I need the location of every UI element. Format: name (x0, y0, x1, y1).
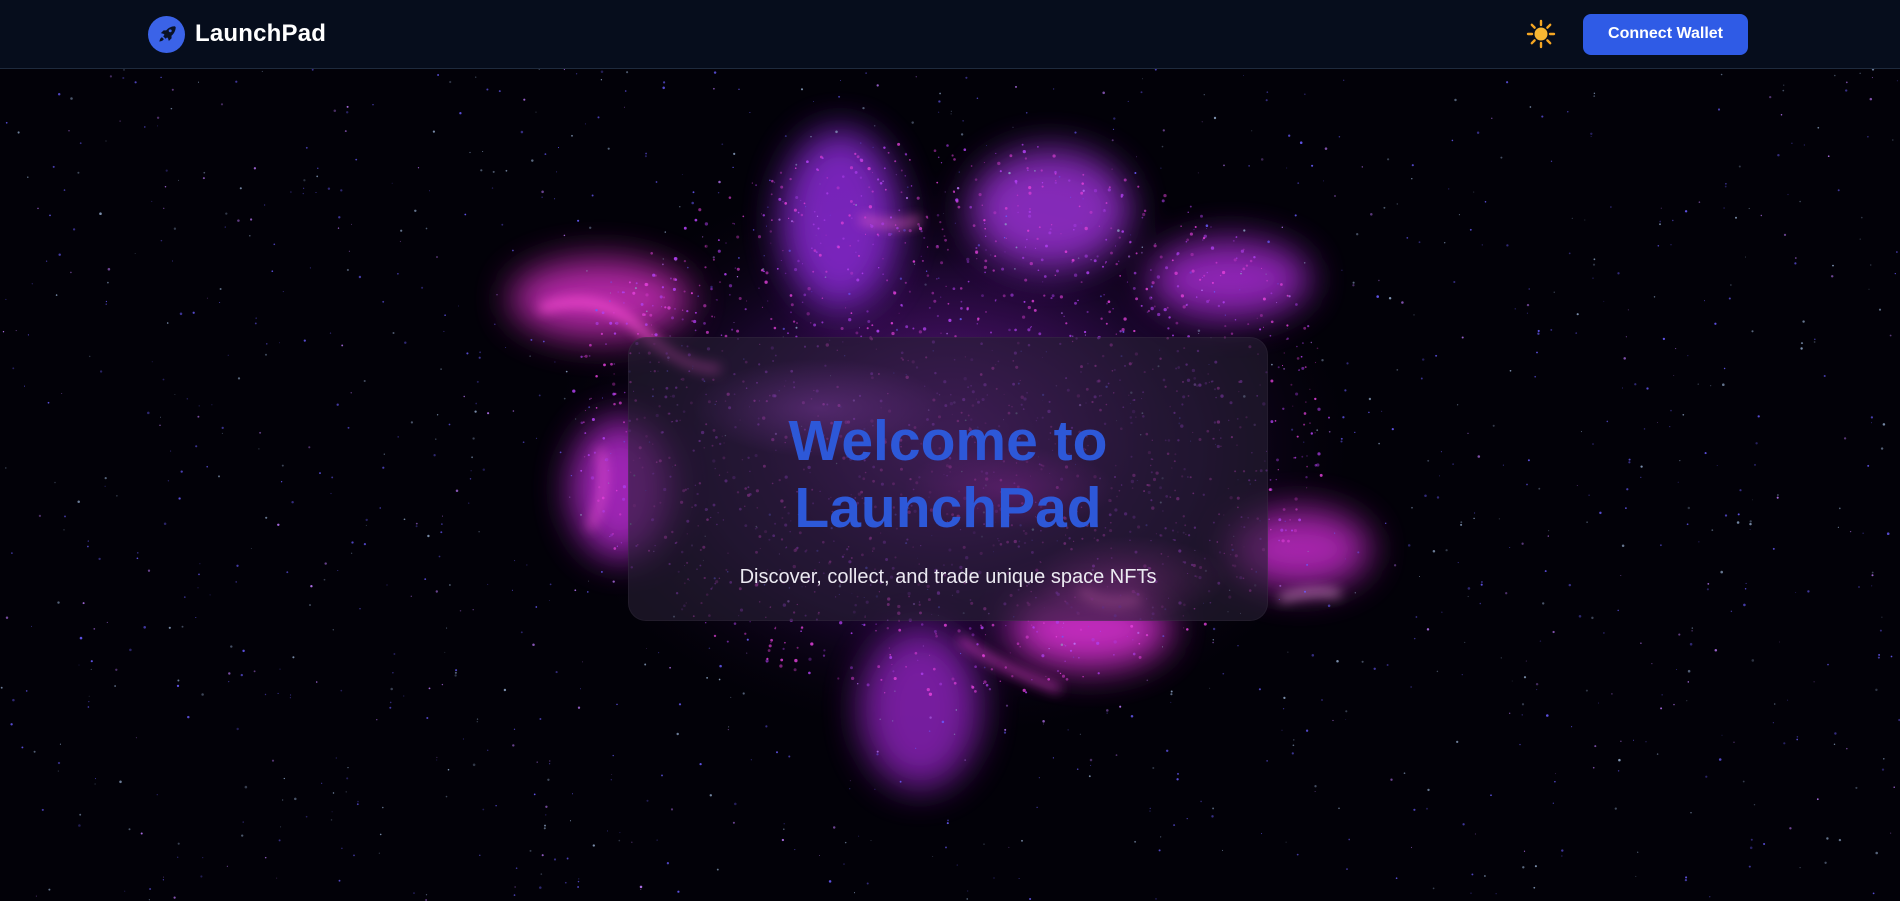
rocket-icon (148, 15, 185, 53)
connect-wallet-button[interactable]: Connect Wallet (1583, 13, 1748, 55)
nav-actions: Connect Wallet (1523, 13, 1748, 55)
hero-title: Welcome to LaunchPad (788, 409, 1108, 540)
sun-icon[interactable] (1523, 16, 1559, 52)
brand-name: LaunchPad (195, 20, 327, 47)
brand[interactable]: LaunchPad (148, 15, 327, 53)
hero-section: Welcome to LaunchPad Discover, collect, … (0, 69, 1900, 901)
welcome-card: Welcome to LaunchPad Discover, collect, … (628, 337, 1268, 621)
hero-subtitle: Discover, collect, and trade unique spac… (739, 566, 1157, 588)
top-navbar: LaunchPad Connect Wallet (0, 0, 1900, 69)
